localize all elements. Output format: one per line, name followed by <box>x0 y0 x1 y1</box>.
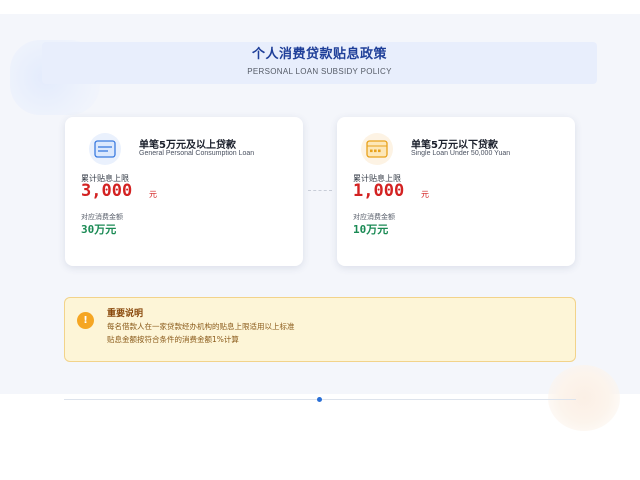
card-subtitle: Single Loan Under 50,000 Yuan <box>411 150 511 157</box>
card-title: 单笔5万元以下贷款 <box>411 140 498 151</box>
exclamation-icon: ! <box>77 312 94 329</box>
slide-canvas: 个人消费贷款贴息政策 PERSONAL LOAN SUBSIDY POLICY … <box>0 0 640 480</box>
page-title: 个人消费贷款贴息政策 <box>251 47 387 62</box>
notice-title: 重要说明 <box>107 309 144 319</box>
notice-text-line: 贴息金额按符合条件的消费金额1%计算 <box>107 335 239 344</box>
loan-card-large: 单笔5万元及以上贷款 General Personal Consumption … <box>65 117 303 266</box>
card-subtitle: General Personal Consumption Loan <box>139 150 255 157</box>
card-title: 单笔5万元及以上贷款 <box>139 140 236 151</box>
subsidy-limit-value: 1,000 <box>353 181 405 201</box>
credit-card-icon <box>89 133 121 165</box>
page-header: 个人消费贷款贴息政策 PERSONAL LOAN SUBSIDY POLICY <box>42 42 597 84</box>
progress-indicator-dot[interactable] <box>317 397 322 402</box>
card-connector-line <box>308 190 332 191</box>
loan-card-small: 单笔5万元以下贷款 Single Loan Under 50,000 Yuan … <box>337 117 575 266</box>
consumption-amount-value: 10万元 <box>353 223 389 236</box>
subsidy-limit-unit: 元 <box>421 190 429 199</box>
important-notice-box: ! 重要说明 每名借款人在一家贷款经办机构的贴息上限适用以上标准 贴息金额按符合… <box>64 297 576 362</box>
card-chip-icon <box>361 133 393 165</box>
decorative-blob-right <box>548 365 620 431</box>
notice-text-line: 每名借款人在一家贷款经办机构的贴息上限适用以上标准 <box>107 322 295 331</box>
subsidy-limit-value: 3,000 <box>81 181 133 201</box>
subsidy-limit-unit: 元 <box>149 190 157 199</box>
page-subtitle: PERSONAL LOAN SUBSIDY POLICY <box>247 67 392 76</box>
consumption-amount-value: 30万元 <box>81 223 117 236</box>
